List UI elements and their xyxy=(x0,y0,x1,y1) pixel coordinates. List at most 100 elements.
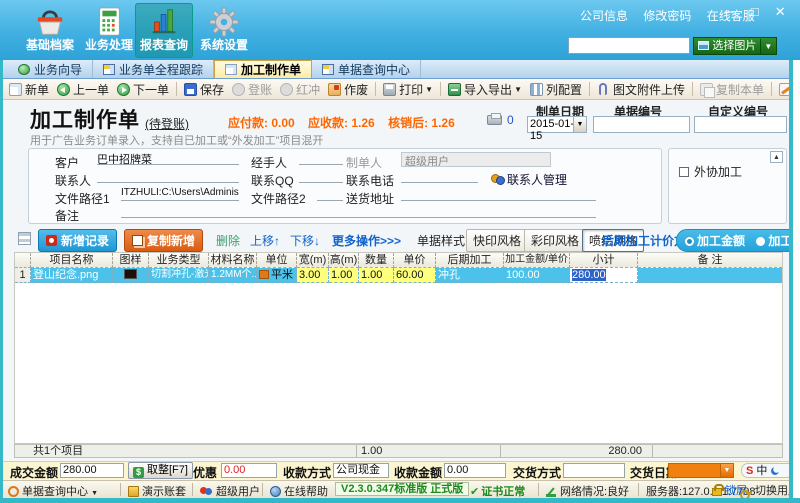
moon-icon[interactable] xyxy=(771,467,779,475)
delivery-date-select[interactable]: ▼ xyxy=(668,463,734,478)
collapse-icon[interactable]: ▲ xyxy=(770,151,783,163)
style-color-button[interactable]: 彩印风格 xyxy=(524,229,586,252)
new-doc-button[interactable]: 新单 xyxy=(5,80,53,99)
qty-cell[interactable]: 1.00 xyxy=(359,268,394,283)
subtotal-cell[interactable]: 280.00 xyxy=(570,268,638,283)
tab-processing-order[interactable]: 加工制作单 xyxy=(214,60,312,78)
attachment-upload-button[interactable]: 图文附件上传 xyxy=(593,80,689,99)
more-actions-button[interactable]: 更多操作>>> xyxy=(332,232,401,249)
next-doc-button[interactable]: 下一单 xyxy=(113,80,173,99)
tab-doc-query-center[interactable]: 单据查询中心 xyxy=(312,60,421,78)
post-process-cell[interactable]: 冲孔 xyxy=(436,268,504,283)
deal-amount-input[interactable]: 280.00 xyxy=(60,463,124,478)
unit-cell[interactable]: 平米 xyxy=(257,268,297,283)
prev-doc-button[interactable]: 上一单 xyxy=(53,80,113,99)
company-info-link[interactable]: 公司信息 xyxy=(580,9,628,23)
contact-field[interactable] xyxy=(97,169,239,183)
account-set-item[interactable]: 演示账套 xyxy=(128,483,186,499)
col-header[interactable]: 高(m) xyxy=(329,253,359,268)
printer-icon[interactable] xyxy=(487,115,502,125)
save-button[interactable]: 保存 xyxy=(180,80,228,99)
process-fee-cell[interactable]: 100.00 xyxy=(504,268,570,283)
post-button[interactable]: 登账 xyxy=(228,80,276,99)
col-header[interactable]: 单价 xyxy=(394,253,436,268)
nav-basic-files[interactable]: 基础档案 xyxy=(21,3,79,58)
path1-field[interactable]: ITZHULI:C:\Users\Adminis xyxy=(121,187,239,201)
ime-toolbar[interactable]: S中 xyxy=(741,463,795,478)
memo-field[interactable] xyxy=(121,204,596,218)
address-field[interactable] xyxy=(401,187,596,201)
sogou-icon[interactable]: S xyxy=(746,465,753,477)
online-help-item[interactable]: 在线帮助 xyxy=(270,483,328,499)
import-export-button[interactable]: 导入导出▼ xyxy=(444,80,526,99)
copy-doc-button[interactable]: 复制本单 xyxy=(696,80,768,99)
image-search-input[interactable] xyxy=(568,37,690,54)
customer-field[interactable]: 巴中招牌菜 xyxy=(97,151,239,165)
handler-field[interactable] xyxy=(299,151,343,165)
sample-image-cell[interactable] xyxy=(113,268,149,283)
discount-input[interactable]: 0.00 xyxy=(221,463,277,478)
nav-system-settings[interactable]: 系统设置 xyxy=(195,3,253,58)
contact-manager-button[interactable]: 联系人管理 xyxy=(491,171,567,188)
copy-add-button[interactable]: 复制新增 xyxy=(124,229,203,252)
void-button[interactable]: 作废 xyxy=(324,80,372,99)
col-header[interactable]: 数量 xyxy=(359,253,394,268)
print-button[interactable]: 打印▼ xyxy=(379,80,437,99)
maximize-button[interactable]: □ xyxy=(744,4,766,19)
close-button[interactable]: ✕ xyxy=(769,4,791,20)
col-header[interactable]: 图样 xyxy=(113,253,149,268)
pay-method-input[interactable]: 公司现金 xyxy=(333,463,389,478)
pricing-amount-radio[interactable]: 加工金额 xyxy=(685,234,745,248)
col-header[interactable]: 小计 xyxy=(570,253,638,268)
doc-query-center-menu[interactable]: 单据查询中心 ▼ xyxy=(8,483,98,499)
color-swatch[interactable] xyxy=(259,270,269,279)
thumbnail-image[interactable] xyxy=(124,269,137,279)
qq-field[interactable] xyxy=(299,169,343,183)
nav-report-query[interactable]: 报表查询 xyxy=(135,3,193,58)
chinese-mode-icon[interactable]: 中 xyxy=(756,465,767,477)
col-header[interactable]: 加工金额/单价 xyxy=(504,253,570,268)
caret-down-icon[interactable]: ▼ xyxy=(760,39,772,55)
pick-image-button[interactable]: 选择图片▼ xyxy=(693,37,777,55)
current-user-item[interactable]: 超级用户 xyxy=(200,483,260,499)
move-up-button[interactable]: 上移↑ xyxy=(250,232,280,249)
col-header[interactable]: 材料名称 xyxy=(209,253,257,268)
move-down-button[interactable]: 下移↓ xyxy=(290,232,320,249)
red-flush-button[interactable]: 红冲 xyxy=(276,80,324,99)
delete-row-button[interactable]: 删除 xyxy=(216,232,240,249)
col-header[interactable]: 单位 xyxy=(257,253,297,268)
date-field[interactable]: 2015-01-15▼ xyxy=(527,116,587,133)
row-number-cell[interactable]: 1 xyxy=(15,268,31,283)
checkbox-icon[interactable] xyxy=(679,167,689,177)
delivery-method-input[interactable] xyxy=(563,463,625,478)
minimize-button[interactable]: ─ xyxy=(718,4,740,19)
item-name-cell[interactable]: 登山纪念.png xyxy=(31,268,113,283)
outsource-checkbox-row[interactable]: 外协加工 xyxy=(679,163,742,180)
col-header[interactable]: 宽(m) xyxy=(297,253,329,268)
round-button[interactable]: $取整[F7] xyxy=(128,462,193,479)
memo-cell[interactable] xyxy=(638,268,782,283)
col-header[interactable]: 业务类型 xyxy=(149,253,209,268)
col-header[interactable]: 后期加工 xyxy=(436,253,504,268)
tab-order-tracking[interactable]: 业务单全程跟踪 xyxy=(93,60,214,78)
column-config-button[interactable]: 列配置 xyxy=(526,80,586,99)
doc-style-button[interactable]: 单据样式 xyxy=(410,229,472,252)
caret-down-icon[interactable]: ▼ xyxy=(573,117,586,132)
height-cell[interactable]: 1.00 xyxy=(329,268,359,283)
phone-field[interactable] xyxy=(401,169,478,183)
path2-field[interactable] xyxy=(317,187,343,201)
custom-no-input[interactable] xyxy=(694,116,787,133)
material-cell[interactable]: 1.2MM个... xyxy=(209,268,257,283)
change-password-link[interactable]: 修改密码 xyxy=(643,9,691,23)
price-cell[interactable]: 60.00 xyxy=(394,268,436,283)
col-header[interactable]: 备 注 xyxy=(638,253,782,268)
table-row[interactable]: 1 登山纪念.png 切割冲孔-激光 1.2MM个... 平米 3.00 1.0… xyxy=(15,268,782,283)
business-type-cell[interactable]: 切割冲孔-激光 xyxy=(149,268,209,283)
style-quick-button[interactable]: 快印风格 xyxy=(466,229,528,252)
received-input[interactable]: 0.00 xyxy=(444,463,506,478)
width-cell[interactable]: 3.00 xyxy=(297,268,329,283)
caret-down-icon[interactable]: ▼ xyxy=(720,464,733,477)
doc-no-input[interactable] xyxy=(593,116,690,133)
add-record-button[interactable]: 新增记录 xyxy=(38,229,117,252)
nav-business-process[interactable]: 业务处理 xyxy=(80,3,138,58)
